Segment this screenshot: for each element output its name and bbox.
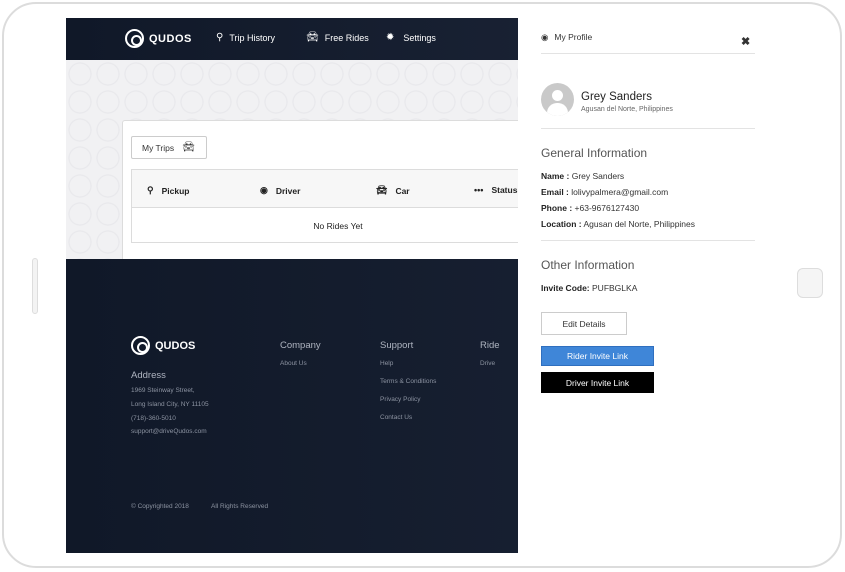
support-email[interactable]: support@driveQudos.com (131, 428, 207, 435)
brand-logo[interactable]: QUDOS (125, 29, 192, 48)
footer-link-about[interactable]: About Us (280, 360, 307, 367)
nav-settings[interactable]: ✹ Settings (386, 32, 436, 43)
nav-free-rides[interactable]: 🚘︎ Free Rides (306, 32, 369, 43)
gear-icon: ✹ (386, 32, 395, 43)
field-label: Phone : (541, 203, 573, 213)
nav-label: Settings (403, 32, 436, 43)
profile-panel: ◉ My Profile ✖ Grey Sanders Agusan del N… (518, 18, 781, 553)
column-car: 🚘︎ Car (376, 185, 410, 196)
rider-invite-link-button[interactable]: Rider Invite Link (541, 346, 654, 366)
field-label: Invite Code: (541, 283, 590, 293)
other-info-title: Other Information (541, 258, 635, 272)
footer-link-contact[interactable]: Contact Us (380, 414, 412, 421)
field-label: Location : (541, 219, 582, 229)
profile-header-title: My Profile (554, 32, 593, 42)
column-label: Status (491, 185, 518, 195)
footer-link-drive[interactable]: Drive (480, 360, 495, 367)
nav-trip-history[interactable]: ⚲ Trip History (216, 32, 275, 43)
footer-link-terms[interactable]: Terms & Conditions (380, 378, 436, 385)
address-line: Long Island City, NY 11105 (131, 401, 209, 408)
map-pin-icon: ⚲ (147, 185, 154, 195)
car-icon: 🚘︎ (306, 32, 319, 43)
general-info-title: General Information (541, 146, 648, 160)
column-label: Car (395, 185, 410, 196)
logo-mark-icon (125, 29, 144, 48)
column-status: ••• Status (474, 185, 517, 195)
support-heading: Support (380, 340, 414, 351)
close-icon[interactable]: ✖ (741, 35, 750, 48)
phone-number: (718)-360-5010 (131, 415, 176, 422)
brand-name: QUDOS (149, 32, 192, 45)
field-value: lolivypalmera@gmail.com (568, 187, 669, 197)
footer-logo[interactable]: QUDOS (131, 336, 195, 355)
info-name: Name : Grey Sanders (541, 171, 624, 181)
rights-text: All Rights Reserved (211, 503, 269, 510)
invite-code: Invite Code: PUFBGLKA (541, 283, 637, 293)
address-line: 1969 Steinway Street, (131, 387, 195, 394)
ellipsis-icon: ••• (474, 185, 484, 195)
copyright-text: © Copyrighted 2018 (131, 503, 189, 510)
profile-name: Grey Sanders (581, 91, 652, 103)
column-label: Pickup (161, 185, 190, 196)
company-heading: Company (280, 340, 321, 351)
info-phone: Phone : +63-9676127430 (541, 203, 639, 213)
nav-label: Free Rides (324, 32, 369, 43)
app-screen: QUDOS ⚲ Trip History 🚘︎ Free Rides ✹ Set… (66, 18, 781, 553)
table-header: ⚲ Pickup ◉ Driver 🚘︎ Car ••• Status (132, 170, 544, 208)
field-label: Email : (541, 187, 569, 197)
address-heading: Address (131, 370, 166, 381)
field-label: Name : (541, 171, 570, 181)
profile-header: ◉ My Profile (541, 32, 755, 54)
brand-name: QUDOS (155, 339, 196, 352)
info-email: Email : lolivypalmera@gmail.com (541, 187, 668, 197)
ride-heading: Ride (480, 340, 500, 351)
empty-state-row: No Rides Yet (313, 221, 363, 231)
profile-location: Agusan del Norte, Philippines (581, 106, 673, 113)
divider (541, 240, 755, 241)
car-icon: 🚘︎ (182, 142, 195, 153)
user-circle-icon: ◉ (541, 32, 549, 42)
info-location: Location : Agusan del Norte, Philippines (541, 219, 695, 229)
nav-label: Trip History (229, 32, 275, 43)
column-driver: ◉ Driver (260, 185, 300, 196)
edit-details-button[interactable]: Edit Details (541, 312, 627, 335)
column-label: Driver (275, 185, 301, 196)
user-circle-icon: ◉ (260, 185, 268, 195)
column-pickup: ⚲ Pickup (147, 185, 189, 196)
field-value: +63-9676127430 (572, 203, 640, 213)
map-pin-icon: ⚲ (216, 32, 224, 43)
trips-table: ⚲ Pickup ◉ Driver 🚘︎ Car ••• Status No R… (131, 169, 544, 243)
tablet-home-button (797, 268, 823, 298)
tablet-side-button (32, 258, 38, 314)
my-trips-button[interactable]: My Trips 🚘︎ (131, 136, 207, 159)
trips-card: My Trips 🚘︎ ⚲ Pickup ◉ Driver 🚘︎ Car •••… (122, 120, 544, 266)
my-trips-label: My Trips (142, 142, 175, 153)
field-value: Agusan del Norte, Philippines (581, 219, 696, 229)
field-value: PUFBGLKA (589, 283, 638, 293)
divider (541, 128, 755, 129)
field-value: Grey Sanders (569, 171, 625, 181)
footer-link-help[interactable]: Help (380, 360, 393, 367)
driver-invite-link-button[interactable]: Driver Invite Link (541, 372, 654, 393)
avatar (541, 83, 574, 116)
car-icon: 🚘︎ (376, 185, 388, 195)
footer-link-privacy[interactable]: Privacy Policy (380, 396, 420, 403)
logo-mark-icon (131, 336, 150, 355)
